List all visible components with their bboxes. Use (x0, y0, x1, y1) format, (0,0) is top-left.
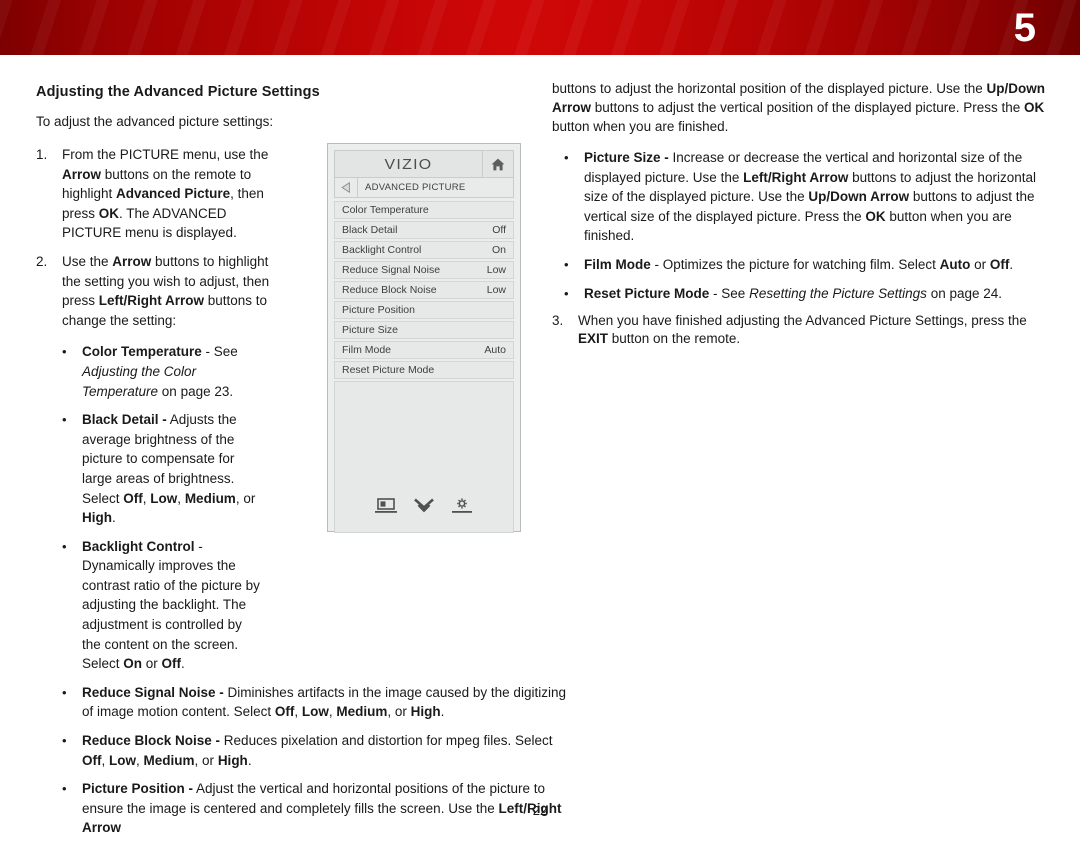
tv-menu-row-label: Backlight Control (342, 244, 422, 256)
bullet-black-detail-term: Black Detail - (82, 412, 167, 428)
bullet-picture-size-term: Picture Size - (584, 150, 669, 165)
double-chevron-down-icon[interactable] (412, 497, 436, 520)
tv-menu-row[interactable]: Black Detail Off (334, 221, 514, 239)
back-arrow-icon[interactable] (335, 178, 358, 197)
tv-menu-row[interactable]: Color Temperature (334, 201, 514, 219)
picture-position-continuation: buttons to adjust the horizontal positio… (552, 81, 1046, 134)
right-bullet-list: • Picture Size - Increase or decrease th… (564, 148, 1048, 303)
bullet-reduce-block-noise: • Reduce Block Noise - Reduces pixelatio… (62, 731, 576, 770)
bullet-reduce-signal-noise: • Reduce Signal Noise - Diminishes artif… (62, 683, 576, 722)
right-column: buttons to adjust the horizontal positio… (552, 79, 1048, 356)
tv-menu-row[interactable]: Reduce Signal Noise Low (334, 261, 514, 279)
tv-menu-row[interactable]: Film Mode Auto (334, 341, 514, 359)
step-3-text: When you have finished adjusting the Adv… (578, 313, 1027, 346)
tv-menu-row-label: Picture Position (342, 304, 415, 316)
bullet-film-mode: • Film Mode - Optimizes the picture for … (564, 255, 1048, 275)
bullet-color-temperature-term: Color Temperature (82, 344, 202, 360)
bullet-dot-icon: • (62, 412, 67, 428)
picture-screen-icon[interactable] (374, 497, 398, 520)
bullet-dot-icon: • (564, 256, 569, 272)
chapter-header-band: 5 (0, 0, 1080, 55)
bullet-reduce-block-noise-text: Reduce Block Noise - Reduces pixelation … (82, 733, 553, 768)
tv-menu-row-label: Color Temperature (342, 204, 429, 216)
bullet-color-temperature-text: Color Temperature - See Adjusting the Co… (82, 344, 238, 399)
tv-menu-row-value: On (491, 244, 506, 256)
bullet-dot-icon: • (564, 285, 569, 301)
intro-paragraph: To adjust the advanced picture settings: (36, 114, 274, 129)
page-body: Adjusting the Advanced Picture Settings … (0, 55, 1080, 835)
tv-menu-row-list: Color Temperature Black Detail Off Backl… (334, 201, 514, 533)
bullet-black-detail-text: Black Detail - Adjusts the average brigh… (82, 412, 256, 526)
tv-menu-row-label: Reduce Signal Noise (342, 264, 441, 276)
bullet-picture-position-term: Picture Position - (82, 781, 194, 797)
bullet-picture-size: • Picture Size - Increase or decrease th… (564, 148, 1048, 246)
tv-menu-row-label: Film Mode (342, 344, 392, 356)
bullet-backlight-control-text: Backlight Control - Dynamically improves… (82, 538, 260, 672)
tv-menu-brand-bar: VIZIO (334, 150, 514, 178)
home-icon[interactable] (482, 151, 513, 177)
bullet-reset-picture-mode-term: Reset Picture Mode (584, 285, 710, 301)
tv-menu-breadcrumb-title: ADVANCED PICTURE (365, 182, 466, 193)
tv-menu-row-value: Low (486, 264, 506, 276)
tv-menu-row[interactable]: Reduce Block Noise Low (334, 281, 514, 299)
step-3-number: 3. (552, 313, 564, 329)
step-2-number: 2. (36, 253, 48, 269)
chapter-number: 5 (1013, 6, 1036, 50)
tv-menu-breadcrumb-bar: ADVANCED PICTURE (334, 178, 514, 198)
bullet-dot-icon: • (62, 538, 67, 554)
step-2-text: Use the Arrow buttons to highlight the s… (62, 253, 270, 328)
bullet-backlight-control: • Backlight Control - Dynamically improv… (62, 537, 576, 674)
tv-menu-row-label: Black Detail (342, 224, 398, 236)
bullet-dot-icon: • (564, 150, 569, 165)
bullet-reset-picture-mode-text: Reset Picture Mode - See Resetting the P… (584, 285, 1003, 301)
bullet-dot-icon: • (62, 684, 67, 700)
tv-menu-screenshot: VIZIO ADVANCED PICTURE Color Temperature… (327, 143, 521, 533)
step-1-text: From the PICTURE menu, use the Arrow but… (62, 147, 269, 241)
tv-menu-row-value: Off (492, 224, 506, 236)
tv-menu-row[interactable]: Reset Picture Mode (334, 361, 514, 379)
bullet-reset-picture-mode: • Reset Picture Mode - See Resetting the… (564, 284, 1048, 304)
tv-menu-row-value: Low (486, 284, 506, 296)
bullet-dot-icon: • (62, 733, 67, 749)
tv-menu-row-label: Reduce Block Noise (342, 284, 437, 296)
step-3: 3. When you have finished adjusting the … (552, 312, 1048, 347)
tv-menu-row[interactable]: Picture Size (334, 321, 514, 339)
tv-menu-row-label: Reset Picture Mode (342, 364, 435, 376)
brightness-gear-icon[interactable] (450, 497, 474, 520)
tv-menu-inner: VIZIO ADVANCED PICTURE Color Temperature… (334, 150, 514, 533)
page-title: Adjusting the Advanced Picture Settings (36, 84, 320, 100)
tv-menu-row[interactable]: Picture Position (334, 301, 514, 319)
tv-menu-footer-icons (334, 493, 514, 523)
bullet-backlight-control-term: Backlight Control (82, 538, 195, 554)
tv-menu-row[interactable]: Backlight Control On (334, 241, 514, 259)
step-1-number: 1. (36, 147, 48, 162)
tv-menu-row-label: Picture Size (342, 324, 399, 336)
bullet-dot-icon: • (62, 344, 67, 360)
bullet-picture-size-text: Picture Size - Increase or decrease the … (584, 150, 1036, 244)
tv-menu-row-value: Auto (484, 344, 506, 356)
bullet-film-mode-term: Film Mode (584, 256, 651, 272)
bullet-reduce-signal-noise-text: Reduce Signal Noise - Diminishes artifac… (82, 684, 566, 720)
vizio-logo: VIZIO (384, 155, 433, 173)
bullet-reduce-block-noise-term: Reduce Block Noise - (82, 733, 221, 749)
bullet-reduce-signal-noise-term: Reduce Signal Noise - (82, 684, 224, 700)
bullet-film-mode-text: Film Mode - Optimizes the picture for wa… (584, 256, 1014, 272)
page-number: 22 (532, 803, 548, 818)
